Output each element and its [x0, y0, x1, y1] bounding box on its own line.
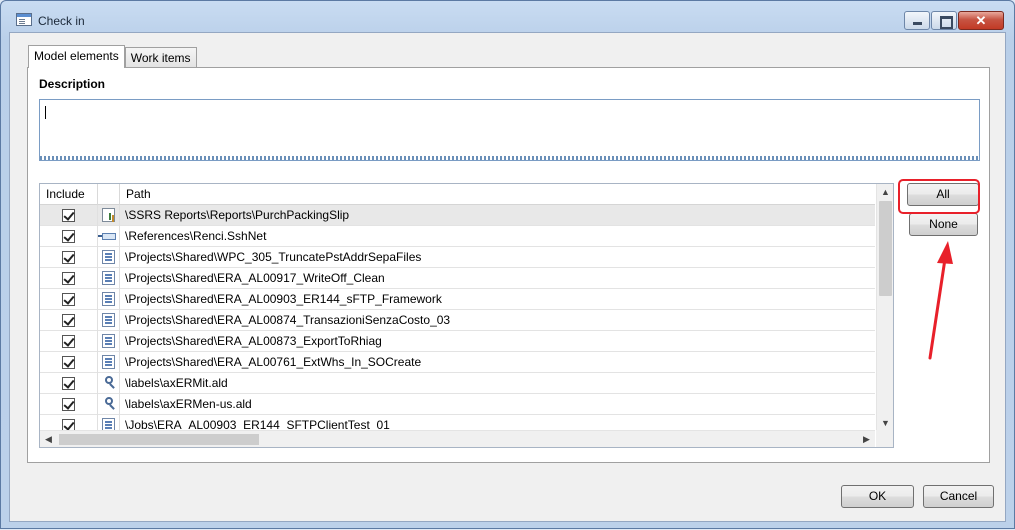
project-icon	[102, 271, 115, 285]
magnifier-handle	[109, 404, 115, 410]
vertical-scrollbar[interactable]: ▲ ▼	[876, 184, 893, 432]
table-row[interactable]: \Projects\Shared\ERA_AL00873_ExportToRhi…	[40, 331, 875, 352]
table-row[interactable]: \Projects\Shared\ERA_AL00761_ExtWhs_In_S…	[40, 352, 875, 373]
vertical-scroll-thumb[interactable]	[879, 201, 892, 296]
path-cell: \References\Renci.SshNet	[125, 229, 267, 243]
include-cell	[40, 310, 98, 331]
scroll-up-icon[interactable]: ▲	[877, 184, 893, 201]
table-row[interactable]: \References\Renci.SshNet	[40, 226, 875, 247]
text-caret	[45, 106, 46, 119]
project-icon	[102, 313, 115, 327]
model-elements-panel: Description Include Path \SSRS Reports\R…	[27, 67, 990, 463]
include-checkbox[interactable]	[62, 377, 75, 390]
annotation-highlight-box	[898, 179, 980, 214]
include-checkbox[interactable]	[62, 356, 75, 369]
input-bottom-border	[40, 156, 979, 160]
elements-grid[interactable]: Include Path \SSRS Reports\Reports\Purch…	[39, 183, 894, 448]
path-cell: \Projects\Shared\ERA_AL00917_WriteOff_Cl…	[125, 271, 385, 285]
include-cell	[40, 226, 98, 247]
path-cell: \SSRS Reports\Reports\PurchPackingSlip	[125, 208, 350, 222]
description-input[interactable]	[39, 99, 980, 161]
minimize-button[interactable]	[904, 11, 930, 30]
element-type-cell	[98, 394, 120, 415]
include-checkbox[interactable]	[62, 272, 75, 285]
scrollbar-corner	[876, 430, 893, 447]
column-header-path[interactable]: Path	[120, 184, 875, 205]
include-cell	[40, 205, 98, 226]
scroll-right-icon[interactable]: ▶	[858, 431, 875, 447]
include-cell	[40, 247, 98, 268]
reference-icon	[98, 233, 116, 240]
tab-work-items[interactable]: Work items	[124, 47, 197, 68]
table-row[interactable]: \Projects\Shared\ERA_AL00874_Transazioni…	[40, 310, 875, 331]
element-type-cell	[98, 226, 120, 247]
include-checkbox[interactable]	[62, 314, 75, 327]
include-checkbox[interactable]	[62, 398, 75, 411]
path-cell: \Projects\Shared\ERA_AL00873_ExportToRhi…	[125, 334, 382, 348]
project-icon	[102, 292, 115, 306]
element-type-cell	[98, 268, 120, 289]
label-file-icon	[102, 376, 115, 390]
include-checkbox[interactable]	[62, 251, 75, 264]
close-button[interactable]: ✕	[958, 11, 1004, 30]
horizontal-scroll-thumb[interactable]	[59, 434, 259, 445]
include-checkbox[interactable]	[62, 335, 75, 348]
include-cell	[40, 268, 98, 289]
window-icon	[16, 13, 32, 26]
include-cell	[40, 331, 98, 352]
project-icon	[102, 355, 115, 369]
column-header-include[interactable]: Include	[40, 184, 98, 205]
table-row[interactable]: \Projects\Shared\WPC_305_TruncatePstAddr…	[40, 247, 875, 268]
include-cell	[40, 289, 98, 310]
check-in-window: Check in ✕ Model elements Work items Des…	[0, 0, 1015, 529]
label-file-icon	[102, 397, 115, 411]
grid-header: Include Path	[40, 184, 875, 205]
column-header-icon[interactable]	[98, 184, 120, 205]
title-bar[interactable]: Check in ✕	[1, 1, 1014, 31]
element-type-cell	[98, 247, 120, 268]
path-cell: \Projects\Shared\ERA_AL00903_ER144_sFTP_…	[125, 292, 442, 306]
cancel-button[interactable]: Cancel	[923, 485, 994, 508]
description-label: Description	[39, 77, 106, 91]
include-cell	[40, 373, 98, 394]
tab-model-elements[interactable]: Model elements	[28, 45, 125, 68]
tab-strip: Model elements Work items	[28, 45, 197, 68]
element-type-cell	[98, 310, 120, 331]
table-row[interactable]: \labels\axERMen-us.ald	[40, 394, 875, 415]
include-cell	[40, 394, 98, 415]
path-cell: \Projects\Shared\WPC_305_TruncatePstAddr…	[125, 250, 422, 264]
element-type-cell	[98, 373, 120, 394]
window-title: Check in	[38, 14, 85, 28]
dialog-client-area: Model elements Work items Description In…	[9, 32, 1006, 522]
table-row[interactable]: \Projects\Shared\ERA_AL00903_ER144_sFTP_…	[40, 289, 875, 310]
path-cell: \labels\axERMit.ald	[125, 376, 228, 390]
project-icon	[102, 334, 115, 348]
include-checkbox[interactable]	[62, 230, 75, 243]
element-type-cell	[98, 352, 120, 373]
element-type-cell	[98, 289, 120, 310]
table-row[interactable]: \Projects\Shared\ERA_AL00917_WriteOff_Cl…	[40, 268, 875, 289]
ok-button[interactable]: OK	[841, 485, 914, 508]
maximize-button[interactable]	[931, 11, 957, 30]
magnifier-handle	[109, 383, 115, 389]
table-row[interactable]: \labels\axERMit.ald	[40, 373, 875, 394]
close-icon: ✕	[975, 13, 987, 28]
path-cell: \Projects\Shared\ERA_AL00761_ExtWhs_In_S…	[125, 355, 422, 369]
horizontal-scrollbar[interactable]: ◀ ▶	[40, 430, 875, 447]
report-icon	[102, 208, 115, 222]
grid-rows: \SSRS Reports\Reports\PurchPackingSlip \R…	[40, 205, 875, 436]
include-checkbox[interactable]	[62, 209, 75, 222]
element-type-cell	[98, 205, 120, 226]
element-type-cell	[98, 331, 120, 352]
include-checkbox[interactable]	[62, 293, 75, 306]
table-row[interactable]: \SSRS Reports\Reports\PurchPackingSlip	[40, 205, 875, 226]
include-cell	[40, 352, 98, 373]
scroll-left-icon[interactable]: ◀	[40, 431, 57, 447]
path-cell: \Projects\Shared\ERA_AL00874_Transazioni…	[125, 313, 451, 327]
select-none-button[interactable]: None	[909, 213, 978, 236]
project-icon	[102, 250, 115, 264]
path-cell: \labels\axERMen-us.ald	[125, 397, 252, 411]
